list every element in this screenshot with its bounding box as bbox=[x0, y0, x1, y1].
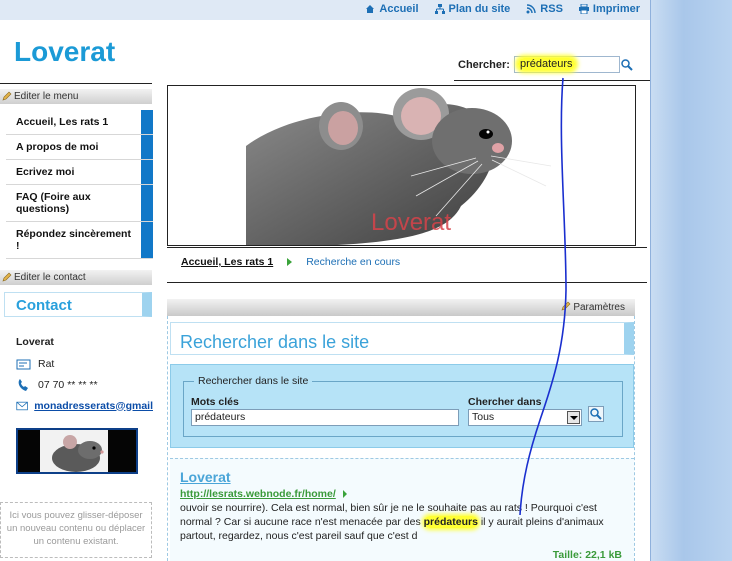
contact-phone-row: 07 70 ** ** ** bbox=[16, 374, 153, 395]
sitemap-link-label: Plan du site bbox=[448, 3, 511, 15]
result-url-link[interactable]: http://lesrats.webnode.fr/home/ bbox=[180, 488, 347, 500]
sidebar-item-faq[interactable]: FAQ (Foire aux questions) bbox=[6, 185, 153, 222]
rat-banner-image: Loverat bbox=[246, 86, 566, 245]
sitemap-icon bbox=[434, 4, 445, 14]
edit-menu-label: Editer le menu bbox=[14, 91, 79, 102]
header-divider bbox=[454, 80, 650, 81]
edit-contact-bar[interactable]: Editer le contact bbox=[0, 270, 152, 285]
contact-company-row: Rat bbox=[16, 353, 153, 374]
edit-pencil-icon bbox=[2, 272, 12, 282]
banner-caption: Loverat bbox=[371, 209, 451, 236]
company-icon bbox=[16, 359, 31, 369]
keywords-label: Mots clés bbox=[191, 396, 239, 408]
result-arrow-icon bbox=[342, 490, 347, 498]
search-fieldset: Rechercher dans le site Mots clés prédat… bbox=[183, 375, 623, 437]
right-background-stripe bbox=[650, 0, 732, 561]
result-title-link[interactable]: Loverat bbox=[180, 469, 231, 485]
edit-menu-bar[interactable]: Editer le menu bbox=[0, 89, 152, 104]
result-size: Taille: 22,1 kB bbox=[552, 549, 622, 561]
site-logo[interactable]: Loverat bbox=[14, 36, 115, 68]
page-title: Rechercher dans le site bbox=[170, 322, 634, 355]
chevron-down-icon bbox=[567, 411, 580, 424]
contact-email-link[interactable]: monadresserats@gmail bbox=[34, 400, 153, 412]
contact-company: Rat bbox=[38, 357, 55, 370]
sidebar-item-home[interactable]: Accueil, Les rats 1 bbox=[6, 110, 153, 135]
breadcrumb-current: Recherche en cours bbox=[306, 256, 401, 268]
scope-label: Chercher dans bbox=[468, 396, 542, 408]
contact-email-row: monadresserats@gmail bbox=[16, 395, 153, 416]
rss-icon bbox=[526, 4, 536, 14]
search-results-panel: Rechercher dans le site Rechercher dans … bbox=[167, 316, 635, 561]
result-snippet: ouvoir se nourrire). Cela est normal, bi… bbox=[180, 501, 620, 543]
print-icon bbox=[578, 4, 589, 14]
search-icon bbox=[590, 408, 602, 420]
site-search: Chercher: prédateurs bbox=[458, 56, 620, 73]
home-icon bbox=[366, 5, 375, 13]
header-banner: Loverat bbox=[167, 85, 636, 246]
search-label: Chercher: bbox=[458, 58, 510, 71]
snippet-keyword: prédateurs bbox=[423, 516, 478, 528]
print-link-label: Imprimer bbox=[592, 3, 640, 15]
search-result: Loverat http://lesrats.webnode.fr/home/ … bbox=[170, 458, 634, 561]
breadcrumb-arrow-icon bbox=[287, 258, 293, 266]
home-link[interactable]: Accueil bbox=[365, 3, 419, 15]
scope-select-value: Tous bbox=[472, 411, 495, 423]
home-link-label: Accueil bbox=[379, 3, 419, 15]
fieldset-legend: Rechercher dans le site bbox=[194, 375, 313, 387]
print-link[interactable]: Imprimer bbox=[578, 3, 640, 15]
contact-name: Loverat bbox=[16, 336, 54, 348]
left-divider bbox=[0, 83, 152, 84]
edit-pencil-icon bbox=[561, 301, 570, 311]
breadcrumb-divider bbox=[167, 282, 647, 283]
sidebar-item-write[interactable]: Ecrivez moi bbox=[6, 160, 153, 185]
search-icon[interactable] bbox=[620, 58, 634, 72]
search-input-value: prédateurs bbox=[517, 58, 575, 70]
scope-select[interactable]: Tous bbox=[468, 409, 582, 426]
breadcrumb: Accueil, Les rats 1 Recherche en cours bbox=[181, 256, 400, 268]
keywords-input[interactable]: prédateurs bbox=[191, 409, 459, 426]
params-bar[interactable]: Paramètres bbox=[167, 299, 635, 316]
contact-phone: 07 70 ** ** ** bbox=[38, 378, 98, 391]
phone-icon bbox=[18, 378, 28, 391]
contact-details: Loverat Rat 07 70 ** ** ** monadresserat… bbox=[16, 335, 153, 416]
sitemap-link[interactable]: Plan du site bbox=[434, 3, 511, 15]
edit-pencil-icon bbox=[2, 91, 12, 101]
breadcrumb-home-link[interactable]: Accueil, Les rats 1 bbox=[181, 256, 273, 268]
rss-link-label: RSS bbox=[540, 3, 563, 15]
search-form: Rechercher dans le site Mots clés prédat… bbox=[170, 364, 634, 448]
rss-link[interactable]: RSS bbox=[526, 3, 563, 15]
edit-contact-label: Editer le contact bbox=[14, 272, 86, 283]
contact-heading: Contact bbox=[4, 292, 152, 317]
result-url: http://lesrats.webnode.fr/home/ bbox=[180, 488, 336, 500]
sidebar-item-answer[interactable]: Répondez sincèrement ! bbox=[6, 222, 153, 259]
search-submit-button[interactable] bbox=[588, 406, 604, 422]
params-label: Paramètres bbox=[573, 302, 625, 313]
drop-zone[interactable]: Ici vous pouvez glisser-déposer un nouve… bbox=[0, 502, 152, 558]
rat-thumbnail-image[interactable] bbox=[16, 428, 138, 474]
sidebar-item-about[interactable]: A propos de moi bbox=[6, 135, 153, 160]
email-icon bbox=[16, 401, 28, 410]
search-input[interactable]: prédateurs bbox=[513, 56, 620, 73]
top-links-bar: Accueil Plan du site RSS Imprimer bbox=[0, 0, 650, 20]
sidebar-menu: Accueil, Les rats 1 A propos de moi Ecri… bbox=[6, 110, 153, 259]
banner-divider bbox=[167, 247, 647, 248]
